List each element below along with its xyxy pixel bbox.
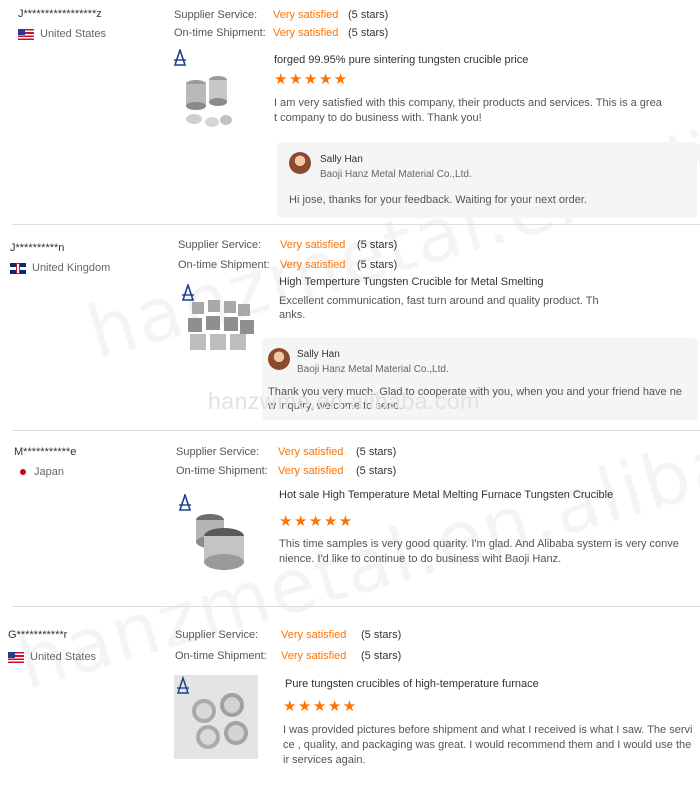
rating-value: Very satisfied — [273, 9, 339, 21]
uk-flag-icon — [10, 262, 26, 274]
avatar — [268, 348, 290, 370]
product-image[interactable] — [180, 506, 258, 574]
reply-author: Sally Han — [320, 154, 363, 165]
rating-value: Very satisfied — [281, 629, 347, 641]
rating-label: On-time Shipment: — [175, 650, 267, 662]
rating-value: Very satisfied — [280, 259, 346, 271]
avatar — [289, 152, 311, 174]
review-text: I was provided pictures before shipment … — [283, 724, 693, 766]
rating-stars-text: (5 stars) — [348, 27, 389, 39]
buyer-country: United Kingdom — [10, 262, 110, 274]
rating-label: Supplier Service: — [175, 629, 259, 641]
rating-stars-text: (5 stars) — [356, 446, 397, 458]
ontime-shipment-rating: On-time Shipment: Very satisfied (5 star… — [178, 259, 397, 271]
product-image[interactable] — [176, 64, 238, 132]
rating-label: On-time Shipment: — [176, 465, 268, 477]
rating-stars: ★★★★★ — [274, 71, 349, 88]
buyer-name: J*****************z — [18, 8, 102, 20]
rating-value: Very satisfied — [278, 446, 344, 458]
country-name: United States — [40, 28, 107, 40]
country-name: United Kingdom — [32, 262, 111, 274]
product-image[interactable] — [184, 296, 256, 354]
reply-company: Baoji Hanz Metal Material Co.,Ltd. — [297, 364, 449, 375]
rating-stars-text: (5 stars) — [357, 239, 398, 251]
buyer-name: J**********n — [10, 242, 65, 254]
rating-stars-text: (5 stars) — [348, 9, 389, 21]
supplier-service-rating: Supplier Service: Very satisfied (5 star… — [178, 239, 397, 251]
rating-stars-text: (5 stars) — [356, 465, 397, 477]
rating-stars-text: (5 stars) — [361, 629, 402, 641]
buyer-country: United States — [18, 28, 106, 40]
us-flag-icon — [18, 28, 34, 40]
buyer-name: M***********e — [14, 446, 77, 458]
rating-label: Supplier Service: — [176, 446, 260, 458]
reply-text: Hi jose, thanks for your feedback. Waiti… — [289, 194, 587, 206]
rating-stars: ★★★★★ — [283, 698, 358, 715]
rating-label: Supplier Service: — [178, 239, 262, 251]
ontime-shipment-rating: On-time Shipment: Very satisfied (5 star… — [174, 27, 388, 39]
japan-flag-icon — [18, 467, 28, 477]
country-name: Japan — [34, 466, 64, 478]
country-name: United States — [30, 651, 97, 663]
rating-label: On-time Shipment: — [178, 259, 270, 271]
rating-stars-text: (5 stars) — [357, 259, 398, 271]
rating-label: Supplier Service: — [174, 9, 258, 21]
rating-stars-text: (5 stars) — [361, 650, 402, 662]
reply-author: Sally Han — [297, 349, 340, 360]
rating-stars: ★★★★★ — [279, 513, 354, 530]
rating-value: Very satisfied — [273, 27, 339, 39]
rating-value: Very satisfied — [281, 650, 347, 662]
divider — [12, 430, 700, 431]
buyer-country: Japan — [18, 466, 64, 478]
review-text: I am very satisfied with this company, t… — [274, 97, 662, 124]
supplier-reply: Sally Han Baoji Hanz Metal Material Co.,… — [277, 142, 697, 218]
supplier-service-rating: Supplier Service: Very satisfied (5 star… — [174, 9, 388, 21]
buyer-country: United States — [8, 651, 96, 663]
review-text: This time samples is very good quarity. … — [279, 538, 679, 565]
rating-value: Very satisfied — [278, 465, 344, 477]
ontime-shipment-rating: On-time Shipment: Very satisfied (5 star… — [175, 650, 401, 662]
product-title-link[interactable]: Pure tungsten crucibles of high-temperat… — [285, 678, 539, 690]
watermark: hanzwmo.en.alibaba.com — [208, 388, 480, 414]
product-title-link[interactable]: forged 99.95% pure sintering tungsten cr… — [274, 54, 528, 66]
buyer-name: G***********r — [8, 629, 68, 641]
divider — [12, 224, 700, 225]
product-title-link[interactable]: Hot sale High Temperature Metal Melting … — [279, 489, 613, 501]
reply-company: Baoji Hanz Metal Material Co.,Ltd. — [320, 169, 472, 180]
divider — [12, 606, 700, 607]
review-text: Excellent communication, fast turn aroun… — [279, 295, 599, 321]
supplier-service-rating: Supplier Service: Very satisfied (5 star… — [175, 629, 401, 641]
product-image[interactable] — [174, 675, 258, 759]
supplier-service-rating: Supplier Service: Very satisfied (5 star… — [176, 446, 396, 458]
ontime-shipment-rating: On-time Shipment: Very satisfied (5 star… — [176, 465, 396, 477]
product-title-link[interactable]: High Temperture Tungsten Crucible for Me… — [279, 276, 544, 288]
rating-value: Very satisfied — [280, 239, 346, 251]
us-flag-icon — [8, 651, 24, 663]
rating-label: On-time Shipment: — [174, 27, 266, 39]
